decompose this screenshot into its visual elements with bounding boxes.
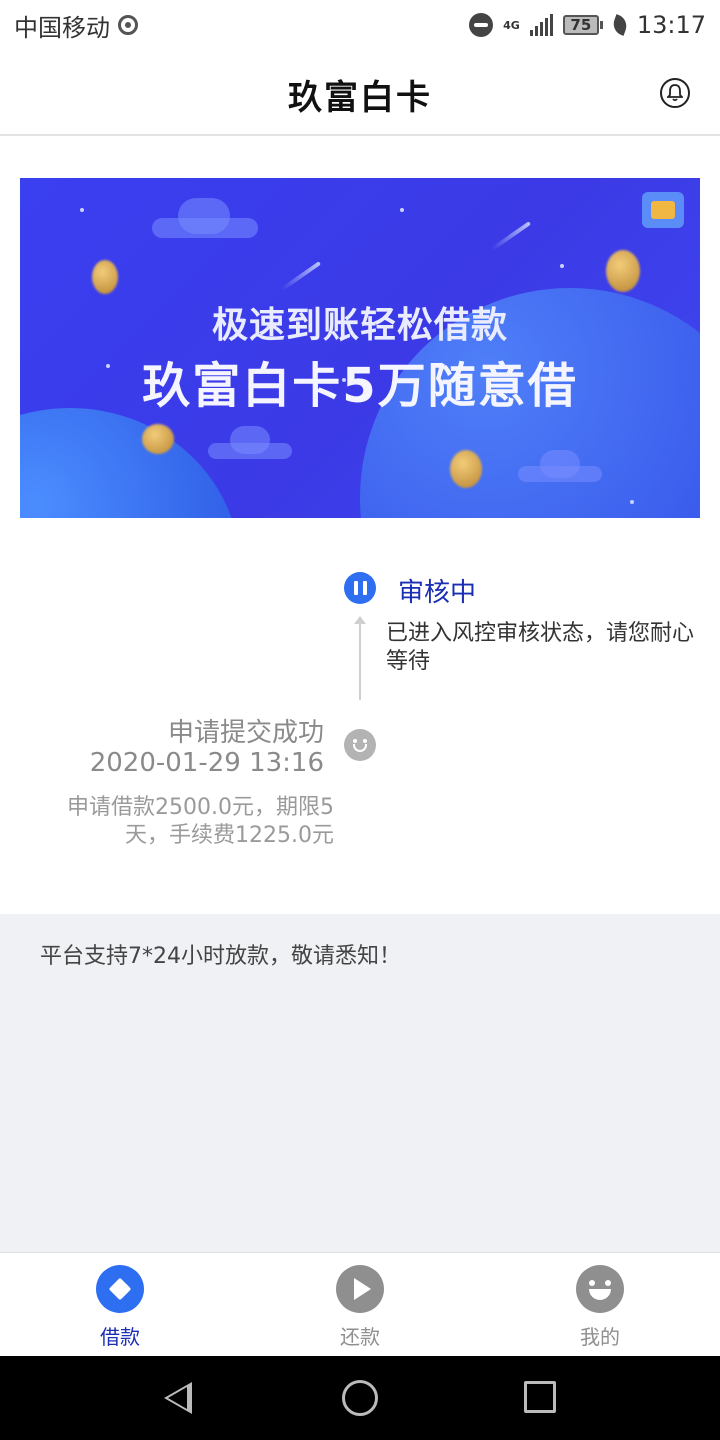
promo-banner[interactable]: 极速到账轻松借款 玖富白卡5万随意借 (20, 178, 700, 518)
app-header: 玖富白卡 (0, 50, 720, 136)
back-icon[interactable] (164, 1382, 192, 1414)
do-not-disturb-icon (469, 13, 494, 37)
banner-subheadline: 玖富白卡5万随意借 (142, 358, 578, 414)
status-bar: 中国移动 4G 75 13:17 (0, 0, 720, 50)
pause-circle-icon (344, 572, 376, 604)
loan-summary: 申请借款2500.0元，期限5天，手续费1225.0元 (67, 795, 334, 848)
status-left: 中国移动 (14, 8, 138, 43)
star-decoration (80, 208, 84, 212)
nav-item-repay[interactable]: 还款 (240, 1253, 480, 1356)
status-right: 4G 75 13:17 (469, 11, 706, 39)
coin-decoration (142, 424, 174, 454)
nav-label: 我的 (580, 1325, 620, 1349)
diamond-icon (96, 1265, 144, 1313)
app-logo-icon (642, 192, 684, 228)
smile-icon (344, 729, 376, 761)
submission-time: 2020-01-29 13:16 (89, 748, 324, 778)
coin-decoration (606, 250, 640, 292)
nav-item-borrow[interactable]: 借款 (0, 1253, 240, 1356)
leaf-icon (610, 14, 630, 36)
system-nav-bar (0, 1356, 720, 1440)
star-decoration (400, 208, 404, 212)
banner-headline: 极速到账轻松借款 (211, 305, 508, 346)
hotspot-icon (118, 15, 138, 35)
coin-decoration (450, 450, 482, 488)
review-description: 已进入风控审核状态，请您耐心等待 (386, 621, 695, 674)
clock: 13:17 (636, 11, 706, 39)
carrier-name: 中国移动 (14, 13, 110, 42)
notice-text: 平台支持7*24小时放款，敬请悉知！ (40, 944, 401, 969)
bottom-nav: 借款 还款 我的 (0, 1252, 720, 1356)
meteor-decoration (491, 221, 531, 251)
battery-icon: 75 (562, 15, 603, 35)
timeline-connector (359, 622, 361, 700)
coin-decoration (92, 260, 118, 294)
network-type: 4G (503, 18, 520, 32)
home-icon[interactable] (342, 1380, 378, 1416)
nav-item-mine[interactable]: 我的 (480, 1253, 720, 1356)
nav-label: 借款 (100, 1325, 140, 1349)
nav-label: 还款 (340, 1325, 380, 1349)
recent-apps-icon[interactable] (524, 1381, 556, 1413)
battery-level: 75 (562, 15, 599, 35)
cloud-decoration (178, 198, 230, 234)
meteor-decoration (281, 261, 321, 291)
star-decoration (630, 500, 634, 504)
arrow-up-icon (354, 616, 366, 624)
star-decoration (560, 264, 564, 268)
play-icon (336, 1265, 384, 1313)
bell-icon[interactable] (660, 78, 690, 108)
cloud-decoration (540, 450, 580, 478)
submission-title: 申请提交成功 (167, 718, 324, 748)
page-title: 玖富白卡 (288, 78, 432, 118)
planet-decoration (20, 408, 240, 518)
cloud-decoration (230, 426, 270, 454)
smiley-icon (576, 1265, 624, 1313)
signal-icon (529, 14, 553, 36)
review-status: 审核中 (398, 578, 477, 608)
notice-area: 平台支持7*24小时放款，敬请悉知！ (0, 914, 720, 1252)
